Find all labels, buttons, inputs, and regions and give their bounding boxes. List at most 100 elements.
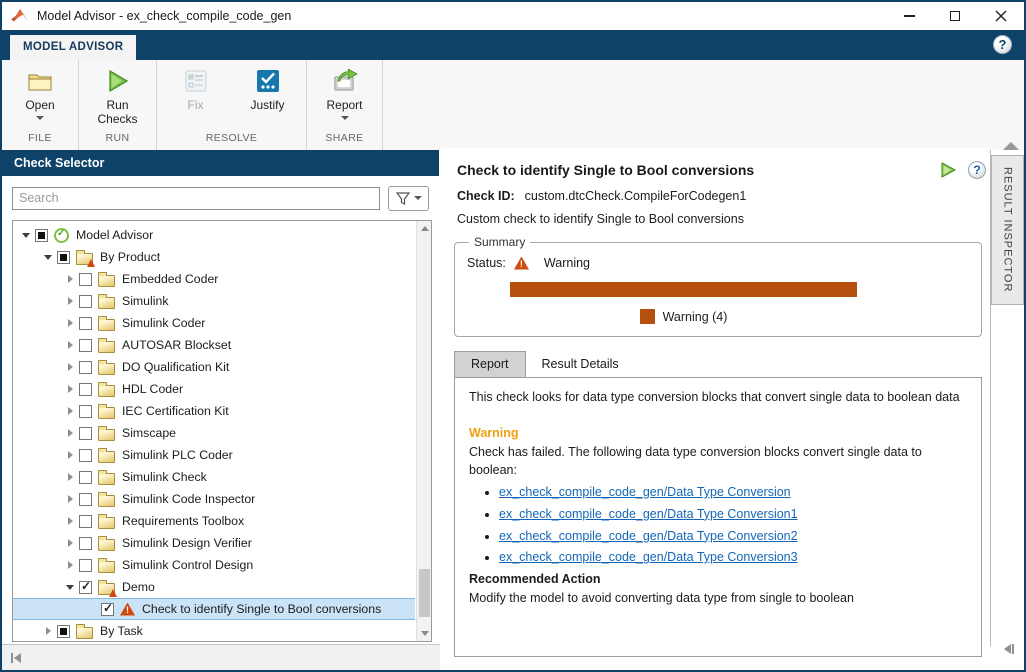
collapse-right-control[interactable]	[1004, 644, 1014, 654]
tree-checkbox[interactable]	[101, 602, 114, 616]
tree-checkbox[interactable]	[79, 360, 92, 374]
report-dropdown-caret-icon	[340, 116, 349, 121]
tree-checkbox[interactable]	[79, 580, 92, 594]
conversion-link[interactable]: ex_check_compile_code_gen/Data Type Conv…	[499, 550, 798, 564]
run-this-check-button[interactable]	[939, 161, 957, 179]
tree-checkbox[interactable]	[79, 338, 92, 352]
tree-checkbox[interactable]	[57, 624, 70, 638]
maximize-button[interactable]	[932, 2, 978, 30]
tree-item[interactable]: Simulink PLC Coder	[13, 444, 415, 466]
expand-arrow-icon[interactable]	[63, 275, 77, 283]
model-advisor-pass-icon	[54, 227, 69, 243]
tree-item[interactable]: Simscape	[13, 422, 415, 444]
justify-icon	[256, 67, 280, 95]
tree-item-label: Embedded Coder	[122, 272, 219, 286]
conversion-link[interactable]: ex_check_compile_code_gen/Data Type Conv…	[499, 507, 798, 521]
tree-checkbox[interactable]	[79, 448, 92, 462]
collapse-up-icon[interactable]	[1003, 142, 1019, 150]
tree-checkbox[interactable]	[57, 250, 70, 264]
tree-item[interactable]: By Product	[13, 246, 415, 268]
tree-checkbox[interactable]	[79, 272, 92, 286]
tree-checkbox[interactable]	[79, 470, 92, 484]
scroll-down-icon[interactable]	[417, 626, 431, 641]
search-input[interactable]	[12, 186, 380, 210]
warning-legend-label: Warning (4)	[662, 309, 728, 324]
expand-arrow-icon[interactable]	[63, 297, 77, 305]
expand-arrow-icon[interactable]	[41, 255, 55, 260]
expand-arrow-icon[interactable]	[63, 385, 77, 393]
tree-item[interactable]: HDL Coder	[13, 378, 415, 400]
folder-icon	[98, 447, 115, 463]
expand-arrow-icon[interactable]	[19, 233, 33, 238]
tree-scrollbar[interactable]	[416, 221, 431, 641]
tree-checkbox[interactable]	[79, 316, 92, 330]
tree-checkbox[interactable]	[79, 536, 92, 550]
tree-item[interactable]: Simulink Coder	[13, 312, 415, 334]
tree-item[interactable]: Simulink Design Verifier	[13, 532, 415, 554]
expand-arrow-icon[interactable]	[63, 407, 77, 415]
run-checks-button[interactable]: Run Checks	[82, 67, 154, 129]
tree-item[interactable]: DO Qualification Kit	[13, 356, 415, 378]
conversion-link[interactable]: ex_check_compile_code_gen/Data Type Conv…	[499, 485, 791, 499]
expand-arrow-icon[interactable]	[63, 473, 77, 481]
tree-item[interactable]: Check to identify Single to Bool convers…	[13, 598, 415, 620]
tree-checkbox[interactable]	[79, 514, 92, 528]
check-help-button[interactable]: ?	[968, 161, 986, 179]
folder-icon	[98, 491, 115, 507]
tree-checkbox[interactable]	[79, 382, 92, 396]
tree-item[interactable]: AUTOSAR Blockset	[13, 334, 415, 356]
expand-arrow-icon[interactable]	[63, 341, 77, 349]
tab-result-details[interactable]: Result Details	[526, 351, 635, 377]
expand-arrow-icon[interactable]	[63, 363, 77, 371]
tab-model-advisor[interactable]: MODEL ADVISOR	[10, 34, 137, 60]
tree-item-label: By Task	[100, 624, 143, 638]
expand-arrow-icon[interactable]	[63, 429, 77, 437]
collapse-left-arrow-icon[interactable]	[14, 652, 21, 663]
tree-checkbox[interactable]	[79, 294, 92, 308]
tab-result-inspector[interactable]: RESULT INSPECTOR	[991, 155, 1024, 305]
report-button[interactable]: Report	[309, 67, 381, 129]
filter-button[interactable]	[388, 185, 429, 211]
tree-item[interactable]: By Task	[13, 620, 415, 641]
tree-item[interactable]: Requirements Toolbox	[13, 510, 415, 532]
tree-item[interactable]: Embedded Coder	[13, 268, 415, 290]
expand-arrow-icon[interactable]	[63, 517, 77, 525]
tree-item[interactable]: Simulink Control Design	[13, 554, 415, 576]
scroll-up-icon[interactable]	[417, 221, 431, 236]
tree-item[interactable]: Model Advisor	[13, 224, 415, 246]
conversion-link[interactable]: ex_check_compile_code_gen/Data Type Conv…	[499, 529, 798, 543]
expand-arrow-icon[interactable]	[63, 561, 77, 569]
tree-checkbox[interactable]	[79, 558, 92, 572]
folder-icon	[98, 513, 115, 529]
expand-arrow-icon[interactable]	[63, 319, 77, 327]
ribbon-help-button[interactable]: ?	[993, 35, 1012, 54]
warning-status-bar	[510, 282, 857, 297]
tree-checkbox[interactable]	[79, 492, 92, 506]
expand-arrow-icon[interactable]	[63, 585, 77, 590]
tree-checkbox[interactable]	[35, 228, 48, 242]
report-intro: This check looks for data type conversio…	[469, 390, 960, 404]
tree-checkbox[interactable]	[79, 404, 92, 418]
tree-item[interactable]: Simulink	[13, 290, 415, 312]
check-detail-panel: Check to identify Single to Bool convers…	[442, 148, 990, 670]
folder-icon	[98, 469, 115, 485]
folder-icon	[98, 403, 115, 419]
expand-arrow-icon[interactable]	[63, 539, 77, 547]
justify-button[interactable]: Justify	[232, 67, 304, 129]
tab-report[interactable]: Report	[454, 351, 526, 377]
expand-arrow-icon[interactable]	[41, 627, 55, 635]
tree-item[interactable]: Simulink Check	[13, 466, 415, 488]
expand-arrow-icon[interactable]	[63, 495, 77, 503]
fix-button[interactable]: Fix	[160, 67, 232, 129]
scroll-thumb[interactable]	[419, 569, 430, 617]
tree-item[interactable]: IEC Certification Kit	[13, 400, 415, 422]
expand-arrow-icon[interactable]	[63, 451, 77, 459]
close-button[interactable]	[978, 2, 1024, 30]
minimize-button[interactable]	[886, 2, 932, 30]
collapse-right-bar-icon	[1012, 644, 1014, 654]
tree-item[interactable]: Demo	[13, 576, 415, 598]
tree-item[interactable]: Simulink Code Inspector	[13, 488, 415, 510]
open-button[interactable]: Open	[4, 67, 76, 129]
tree-checkbox[interactable]	[79, 426, 92, 440]
collapse-left-icon[interactable]	[11, 652, 13, 663]
